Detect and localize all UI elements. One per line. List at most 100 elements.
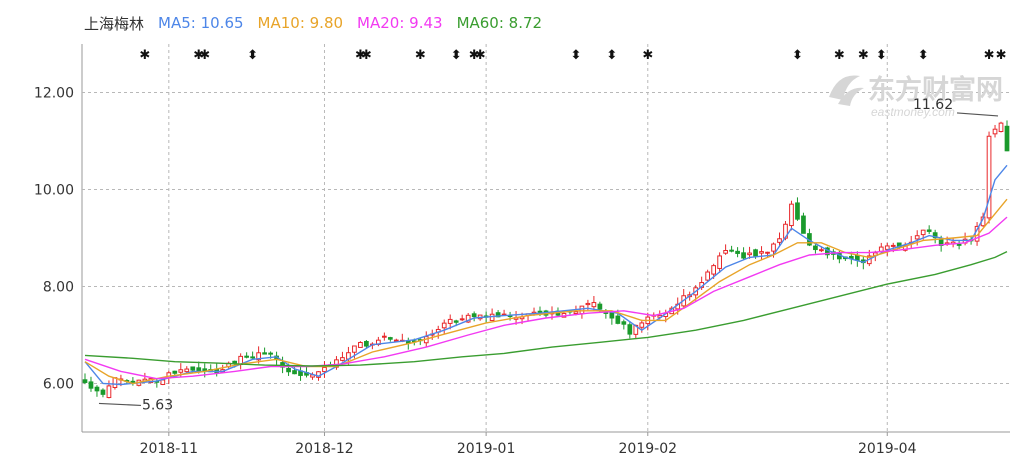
candle-body: [471, 313, 477, 318]
candle-body: [819, 249, 824, 252]
event-marker: ✱: [996, 48, 1007, 63]
candle-body: [627, 324, 633, 335]
candle-body: [956, 243, 962, 246]
candle-body: [759, 251, 764, 254]
candle-body: [196, 367, 202, 372]
x-tick-label: 2019-01: [457, 441, 516, 457]
ma-line-ma20: [84, 216, 1008, 380]
event-marker: ✱: [642, 48, 653, 63]
moving-average-lines: [84, 164, 1008, 386]
event-marker: ⬍: [247, 48, 258, 63]
candle-body: [100, 389, 106, 395]
candle-body: [789, 203, 794, 227]
candle-body: [777, 238, 782, 243]
ma-line-ma5: [84, 164, 1008, 386]
y-tick-label: 8.00: [43, 280, 74, 296]
candle-body: [232, 360, 238, 364]
candle-body: [753, 249, 758, 257]
candle-body: [573, 311, 579, 314]
candle-body: [890, 244, 896, 247]
event-marker: ⬍: [918, 48, 929, 63]
y-tick-label: 10.00: [34, 183, 74, 199]
candle-body: [998, 122, 1004, 133]
min-annotation-label: 5.63: [142, 397, 173, 413]
candle-body: [795, 202, 800, 220]
candle-body: [747, 252, 752, 256]
eastmoney-logo-icon: [829, 75, 864, 106]
candle-body: [358, 341, 363, 348]
candle-body: [615, 315, 621, 324]
candle-body: [884, 245, 890, 250]
candle-body: [591, 302, 597, 308]
ma-line-ma10: [84, 198, 1008, 385]
event-marker: ⬍: [792, 48, 803, 63]
candle-body: [262, 352, 267, 355]
event-marker: ✱: [199, 48, 210, 63]
candle-body: [878, 246, 884, 252]
event-marker: ⬍: [451, 48, 462, 63]
x-tick-label: 2018-11: [140, 441, 199, 457]
event-marker: ✱: [834, 48, 845, 63]
candle-body: [447, 318, 453, 324]
candle-body: [765, 251, 770, 254]
candle-body: [184, 368, 190, 373]
max-annotation-label: 11.62: [913, 97, 953, 113]
candle-body: [813, 245, 818, 251]
candle-body: [914, 235, 920, 240]
candle-body: [322, 366, 327, 373]
candle-body: [88, 381, 94, 389]
candle-body: [286, 367, 291, 373]
candle-body: [393, 339, 399, 342]
event-marker: ⬍: [876, 48, 887, 63]
y-axis: 12.00 10.00 8.00 6.00: [34, 86, 74, 393]
candlestick-chart: 东方财富网 eastmoney.com 12.0010.008.006.00 2…: [34, 44, 1010, 457]
candle-body: [381, 335, 387, 338]
x-tick-label: 2019-02: [619, 441, 678, 457]
candle-body: [387, 337, 393, 340]
candle-body: [992, 128, 998, 135]
event-marker: ✱: [984, 48, 995, 63]
candle-body: [729, 249, 734, 252]
candle-body: [926, 229, 932, 232]
candle-body: [639, 322, 645, 328]
event-marker: ⬍: [570, 48, 581, 63]
candle-body: [160, 379, 166, 385]
candle-body: [705, 271, 711, 281]
candle-body: [723, 250, 728, 254]
x-tick-label: 2018-12: [295, 441, 354, 457]
candle-body: [735, 250, 740, 254]
candle-body: [459, 318, 465, 321]
ma-line-ma60: [84, 250, 1008, 367]
candle-body: [292, 370, 297, 375]
event-markers: ✱ ✱✱ ⬍ ✱✱ ✱ ⬍ ✱✱ ⬍ ⬍ ✱ ⬍ ✱ ✱ ⬍ ⬍ ✱ ✱: [139, 48, 1006, 63]
candle-body: [364, 340, 369, 347]
candle-body: [609, 311, 615, 319]
candle-body: [190, 366, 196, 371]
event-marker: ✱: [415, 48, 426, 63]
candle-body: [801, 215, 806, 234]
candle-body: [352, 345, 357, 353]
event-marker: ✱: [858, 48, 869, 63]
candle-body: [597, 303, 603, 310]
x-axis: 2018-11 2018-12 2019-01 2019-02 2019-04: [140, 432, 917, 457]
candle-body: [854, 254, 860, 261]
candle-body: [920, 229, 926, 236]
candle-body: [106, 385, 112, 399]
candle-body: [711, 265, 716, 275]
candle-body: [340, 357, 345, 361]
candle-body: [268, 352, 273, 355]
candle-body: [1004, 125, 1010, 152]
candle-body: [717, 255, 722, 269]
candle-body: [250, 356, 255, 359]
candle-body: [489, 313, 495, 322]
candle-body: [537, 310, 543, 313]
candle-body: [579, 305, 585, 315]
candle-body: [94, 386, 100, 392]
candle-body: [453, 320, 459, 323]
candle-body: [178, 369, 184, 373]
min-annotation-arrow: [98, 402, 141, 407]
candle-body: [172, 370, 178, 374]
max-annotation-arrow: [956, 112, 999, 117]
candle-body: [771, 243, 776, 252]
event-marker: ✱: [361, 48, 372, 63]
